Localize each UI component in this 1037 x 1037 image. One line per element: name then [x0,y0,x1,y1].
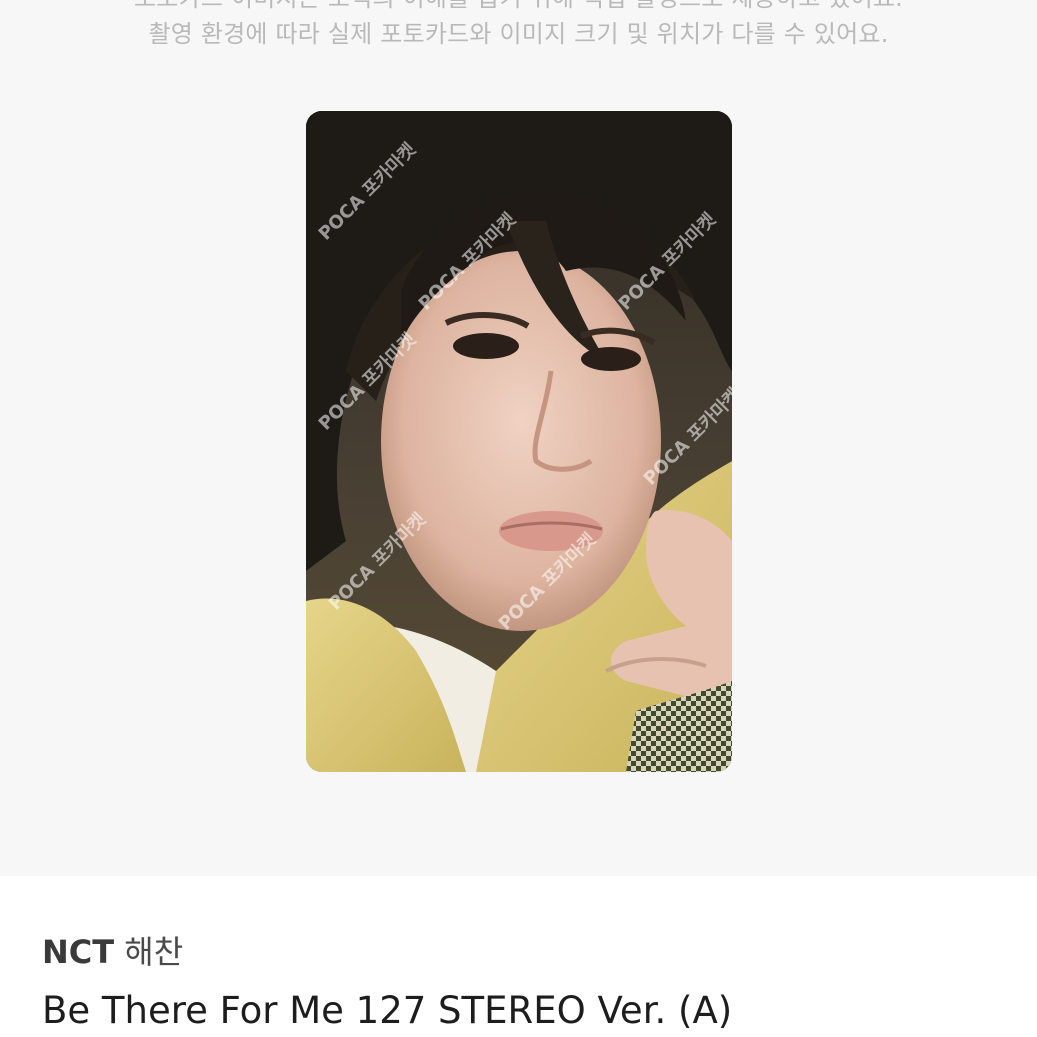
photo-notice-line-2: 촬영 환경에 따라 실제 포토카드와 이미지 크기 및 위치가 다를 수 있어요… [148,20,889,48]
photocard-illustration: POCA 포카마켓 POCA 포카마켓 POCA 포카마켓 POCA 포카마켓 … [306,111,732,772]
product-image-area: 포토카드 이미지는 보석의 이해를 돕기 위해 직접 촬영으로 제공하고 있어요… [0,0,1037,876]
photo-notice-line-1: 포토카드 이미지는 보석의 이해를 돕기 위해 직접 촬영으로 제공하고 있어요… [0,0,1037,13]
group-name: NCT [42,933,115,971]
member-name: 해찬 [124,933,184,971]
product-info: NCT 해찬 Be There For Me 127 STEREO Ver. (… [0,876,1037,1037]
product-title: Be There For Me 127 STEREO Ver. (A) [42,989,733,1032]
artist-line: NCT 해찬 [42,932,183,972]
photocard-image[interactable]: POCA 포카마켓 POCA 포카마켓 POCA 포카마켓 POCA 포카마켓 … [306,111,732,772]
